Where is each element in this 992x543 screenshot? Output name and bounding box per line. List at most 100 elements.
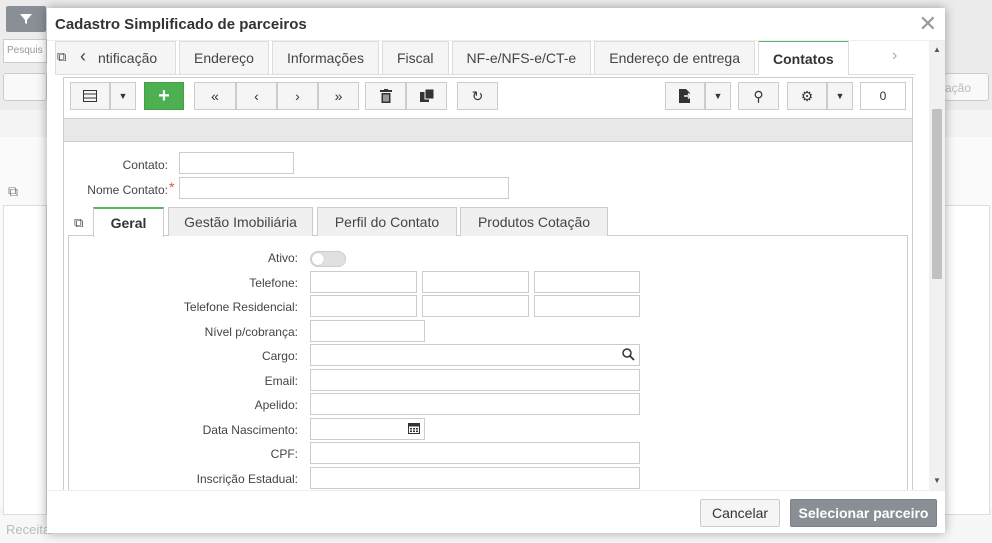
cpf-field[interactable]: [310, 442, 640, 464]
inscricao-estadual-label: Inscrição Estadual:: [196, 472, 298, 486]
grid-view-button[interactable]: [70, 82, 110, 110]
apelido-field[interactable]: [310, 393, 640, 415]
partner-modal: Cadastro Simplificado de parceiros ✕ nti…: [47, 8, 945, 533]
tab-identificacao[interactable]: ntificação: [55, 41, 176, 74]
copy-icon[interactable]: ⧉: [74, 215, 83, 231]
background-right-button[interactable]: ação: [944, 73, 989, 101]
inscricao-estadual-field[interactable]: [310, 467, 640, 489]
caret-down-icon: ▼: [835, 91, 845, 101]
modal-header: Cadastro Simplificado de parceiros ✕: [47, 8, 945, 41]
scroll-down-icon[interactable]: ▼: [929, 474, 945, 488]
record-count: 0: [860, 82, 906, 110]
duplicate-icon: [419, 89, 434, 102]
chevron-right-icon[interactable]: ›: [892, 47, 897, 65]
contato-field[interactable]: [179, 152, 294, 174]
contatos-panel: ▼ + « ‹ › » ↻ ▼ ⚲ ⚙ ▼ 0 Contato: Nome Co…: [63, 77, 913, 490]
background-search-input[interactable]: Pesquis: [3, 39, 47, 63]
close-icon[interactable]: ✕: [919, 13, 937, 35]
nivel-cobranca-field[interactable]: [310, 320, 425, 342]
telefone-res-ext-field[interactable]: [534, 295, 640, 317]
telefone-number-field[interactable]: [422, 271, 529, 293]
tab-fiscal[interactable]: Fiscal: [381, 41, 449, 74]
search-icon[interactable]: [622, 348, 635, 361]
background-panel: [3, 205, 47, 515]
toggle-knob: [312, 253, 324, 265]
contato-label: Contato:: [122, 158, 168, 172]
select-partner-button[interactable]: Selecionar parceiro: [790, 499, 937, 527]
scroll-up-icon[interactable]: ▲: [929, 43, 945, 57]
trash-icon: [379, 89, 392, 103]
filter-icon: [20, 14, 32, 24]
nome-contato-field[interactable]: [179, 177, 509, 199]
grid-view-dropdown[interactable]: ▼: [110, 82, 136, 110]
tab-geral[interactable]: Geral: [93, 207, 164, 237]
tab-perfil-contato[interactable]: Perfil do Contato: [317, 207, 457, 236]
telefone-ddd-field[interactable]: [310, 271, 417, 293]
tab-gestao-imobiliaria[interactable]: Gestão Imobiliária: [168, 207, 313, 236]
ativo-label: Ativo:: [267, 251, 298, 265]
telefone-res-ddd-field[interactable]: [310, 295, 417, 317]
double-chevron-right-icon: »: [334, 88, 343, 104]
telefone-ext-field[interactable]: [534, 271, 640, 293]
tab-endereco-entrega[interactable]: Endereço de entrega: [594, 41, 755, 74]
caret-down-icon: ▼: [713, 91, 723, 101]
nivel-cobranca-label: Nível p/cobrança:: [204, 325, 298, 339]
scroll-thumb[interactable]: [932, 109, 942, 279]
data-nascimento-field[interactable]: [310, 418, 425, 440]
email-label: Email:: [264, 374, 298, 388]
filter-button[interactable]: [6, 6, 46, 32]
add-button[interactable]: +: [144, 82, 184, 110]
modal-title: Cadastro Simplificado de parceiros: [55, 15, 307, 33]
plus-icon: +: [158, 84, 170, 107]
chevron-left-icon: ‹: [254, 88, 259, 104]
gear-icon: ⚙: [800, 87, 814, 104]
outer-tab-bar: ntificação Endereço Informações Fiscal N…: [55, 41, 915, 75]
modal-scrollbar[interactable]: ▲ ▼: [929, 41, 945, 490]
geral-panel: Ativo: Telefone: Telefone Residencial: N…: [68, 236, 908, 490]
first-record-button[interactable]: «: [194, 82, 236, 110]
attachment-button[interactable]: ⚲: [738, 82, 779, 110]
export-file-icon: [679, 89, 691, 103]
chevron-right-icon: ›: [295, 88, 300, 104]
tab-nfe[interactable]: NF-e/NFS-e/CT-e: [451, 41, 592, 74]
calendar-icon[interactable]: [408, 422, 420, 434]
settings-dropdown[interactable]: ▼: [827, 82, 853, 110]
telefone-residencial-label: Telefone Residencial:: [183, 300, 298, 314]
modal-body: ntificação Endereço Informações Fiscal N…: [47, 41, 945, 490]
refresh-button[interactable]: ↻: [457, 82, 498, 110]
cpf-label: CPF:: [270, 447, 298, 461]
background-copy-icon: ⧉: [8, 183, 18, 199]
double-chevron-left-icon: «: [211, 88, 219, 104]
tab-informacoes[interactable]: Informações: [271, 41, 379, 74]
required-marker: *: [169, 179, 175, 195]
nome-contato-label: Nome Contato:: [87, 183, 168, 197]
settings-button[interactable]: ⚙: [787, 82, 827, 110]
refresh-icon: ↻: [471, 87, 484, 104]
modal-footer: Cancelar Selecionar parceiro: [47, 490, 945, 533]
last-record-button[interactable]: »: [318, 82, 359, 110]
tab-contatos[interactable]: Contatos: [758, 41, 849, 75]
previous-record-button[interactable]: ‹: [236, 82, 277, 110]
duplicate-button[interactable]: [406, 82, 447, 110]
copy-icon[interactable]: ⧉: [57, 49, 66, 65]
grid-icon: [83, 90, 97, 102]
delete-button[interactable]: [365, 82, 406, 110]
data-nascimento-label: Data Nascimento:: [202, 423, 298, 437]
grid-header-bar: [64, 118, 912, 142]
cargo-label: Cargo:: [261, 349, 298, 363]
telefone-res-number-field[interactable]: [422, 295, 529, 317]
cargo-field[interactable]: [310, 344, 640, 366]
ativo-toggle[interactable]: [310, 251, 346, 267]
email-field[interactable]: [310, 369, 640, 391]
tab-endereco[interactable]: Endereço: [179, 41, 269, 74]
tab-produtos-cotacao[interactable]: Produtos Cotação: [460, 207, 608, 236]
toolbar: ▼ + « ‹ › » ↻ ▼ ⚲ ⚙ ▼ 0: [70, 82, 906, 112]
cancel-button[interactable]: Cancelar: [700, 499, 780, 527]
export-button[interactable]: [665, 82, 705, 110]
next-record-button[interactable]: ›: [277, 82, 318, 110]
paperclip-icon: ⚲: [753, 87, 764, 104]
chevron-left-icon[interactable]: ‹: [80, 46, 86, 67]
export-dropdown[interactable]: ▼: [705, 82, 731, 110]
background-button[interactable]: [3, 73, 47, 101]
caret-down-icon: ▼: [118, 91, 128, 101]
